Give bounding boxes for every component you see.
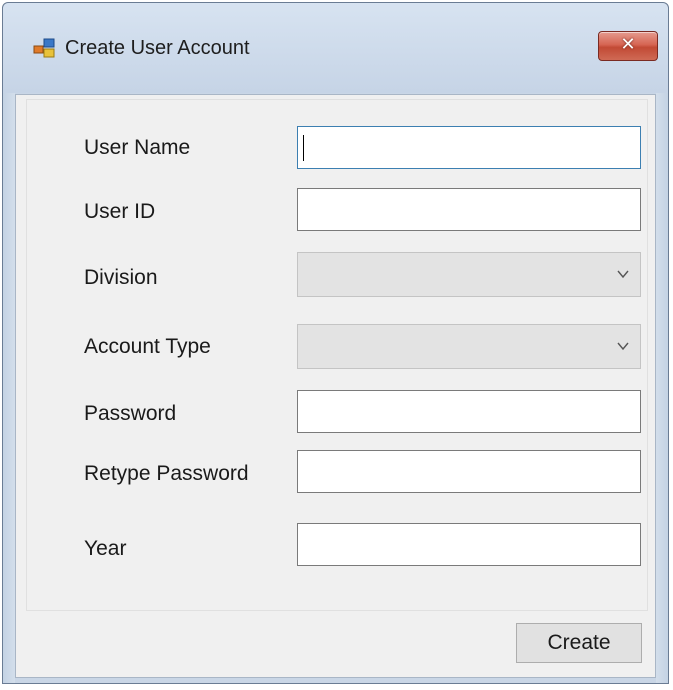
password-label: Password [84,402,177,425]
dialog-window: Create User Account ✕ User Name User ID … [2,2,669,684]
user-id-label: User ID [84,200,156,223]
year-label: Year [84,537,127,560]
title-bar[interactable]: Create User Account ✕ [3,3,668,93]
user-name-label: User Name [84,136,191,159]
text-caret [303,135,304,161]
dialog-footer: Create [26,617,648,673]
user-name-input[interactable] [297,126,641,169]
close-icon: ✕ [620,34,636,55]
division-label: Division [84,266,158,289]
window-frame-left [3,93,15,683]
account-type-label: Account Type [84,335,211,358]
form-panel: User Name User ID Division Account Type … [26,99,648,611]
create-button[interactable]: Create [516,623,642,663]
chevron-down-icon[interactable] [616,339,630,353]
retype-password-label: Retype Password [84,462,249,485]
window-title: Create User Account [65,37,250,59]
year-input[interactable] [297,523,641,566]
division-select[interactable] [297,252,641,297]
password-input[interactable] [297,390,641,433]
chevron-down-icon[interactable] [616,267,630,281]
form-app-icon [33,38,55,58]
retype-password-input[interactable] [297,450,641,493]
window-frame-right [656,93,668,683]
account-type-select[interactable] [297,324,641,369]
close-button[interactable]: ✕ [598,31,658,61]
dialog-client-area: User Name User ID Division Account Type … [15,94,656,678]
user-id-input[interactable] [297,188,641,231]
